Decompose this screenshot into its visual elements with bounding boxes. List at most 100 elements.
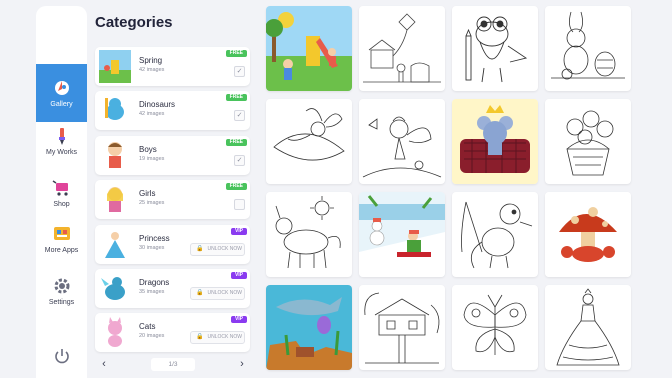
- category-count: 42 images: [139, 67, 165, 73]
- shark-underwater-image: [266, 285, 352, 370]
- tile-butterfly[interactable]: [452, 285, 538, 370]
- nav-shop-label: Shop: [53, 201, 70, 208]
- category-checkbox[interactable]: [234, 199, 245, 210]
- power-button[interactable]: [36, 346, 87, 366]
- unlock-button[interactable]: 🔒 UNLOCK NOW: [190, 331, 245, 344]
- category-dinosaurs[interactable]: Dinosaurs 42 images FREE ✓: [95, 91, 250, 130]
- category-count: 19 images: [139, 156, 165, 162]
- fairy-leaf-image: [273, 108, 345, 161]
- left-nav: Gallery My Works Shop More Apps Settings: [36, 6, 87, 378]
- dinosaurs-thumb: [99, 94, 131, 127]
- unlock-label: UNLOCK NOW: [207, 290, 242, 296]
- free-badge: FREE: [225, 94, 247, 101]
- dinosaur-pencil-image: [465, 16, 528, 83]
- nav-shop[interactable]: Shop: [36, 178, 87, 218]
- gallery-icon: [54, 81, 69, 95]
- unlock-button[interactable]: 🔒 UNLOCK NOW: [190, 243, 245, 256]
- lock-icon: 🔒: [196, 334, 204, 340]
- category-pager: ‹ 1/3 ›: [96, 356, 252, 373]
- category-name: Cats: [139, 322, 156, 331]
- tile-winter-sled[interactable]: [359, 192, 445, 277]
- tile-dinosaur-pencil[interactable]: [452, 6, 538, 91]
- easter-bunny-image: [551, 11, 625, 80]
- nav-my-works-label: My Works: [46, 149, 77, 156]
- category-checkbox[interactable]: ✓: [234, 110, 245, 121]
- category-name: Princess: [139, 234, 170, 243]
- winter-sled-image: [359, 192, 445, 277]
- tile-treehouse[interactable]: [359, 285, 445, 370]
- categories-title: Categories: [95, 14, 173, 31]
- free-badge: FREE: [225, 50, 247, 57]
- lock-icon: 🔒: [196, 246, 204, 252]
- category-princess[interactable]: Princess 30 images VIP 🔒 UNLOCK NOW: [95, 225, 250, 264]
- category-checkbox[interactable]: ✓: [234, 66, 245, 77]
- free-badge: FREE: [225, 139, 247, 146]
- cats-thumb: [99, 316, 131, 349]
- category-name: Dragons: [139, 278, 170, 287]
- apps-icon: [53, 227, 70, 240]
- princess-thumb: [99, 228, 131, 261]
- category-dragons[interactable]: Dragons 35 images VIP 🔒 UNLOCK NOW: [95, 269, 250, 308]
- nav-settings-label: Settings: [48, 299, 75, 306]
- category-name: Spring: [139, 56, 163, 65]
- lock-icon: 🔒: [196, 290, 204, 296]
- gear-icon: [54, 278, 69, 294]
- tile-dragon-fisherman[interactable]: [452, 192, 538, 277]
- categories-panel: Categories Spring 42 images FREE ✓ Dinos…: [87, 6, 257, 378]
- vip-badge: VIP: [230, 316, 247, 323]
- vip-badge: VIP: [230, 272, 247, 279]
- tile-princess-dress[interactable]: [545, 285, 631, 370]
- category-name: Boys: [139, 145, 157, 154]
- fairy-flying-image: [362, 116, 442, 178]
- mushroom-crab-image: [545, 192, 631, 277]
- mouse-king-image: [452, 99, 538, 184]
- vip-badge: VIP: [230, 228, 247, 235]
- free-badge: FREE: [225, 183, 247, 190]
- treehouse-image: [364, 292, 440, 364]
- kite-house-image: [363, 13, 441, 83]
- category-boys[interactable]: Boys 19 images FREE ✓: [95, 136, 250, 175]
- category-count: 30 images: [139, 245, 165, 251]
- category-name: Dinosaurs: [139, 100, 176, 109]
- power-icon: [54, 349, 69, 364]
- tile-fairy-leaf[interactable]: [266, 99, 352, 184]
- category-girls[interactable]: Girls 25 images FREE: [95, 180, 250, 219]
- unlock-label: UNLOCK NOW: [207, 334, 242, 340]
- spring-playground-image: [266, 6, 352, 91]
- tile-shark-underwater[interactable]: [266, 285, 352, 370]
- category-name: Girls: [139, 189, 156, 198]
- category-count: 42 images: [139, 111, 165, 117]
- girls-thumb: [99, 183, 131, 216]
- brush-icon: [58, 128, 65, 145]
- tile-kite-house[interactable]: [359, 6, 445, 91]
- flower-basket-image: [566, 110, 614, 176]
- nav-gallery[interactable]: Gallery: [36, 64, 87, 122]
- tile-flower-basket[interactable]: [545, 99, 631, 184]
- tile-mouse-king[interactable]: [452, 99, 538, 184]
- unlock-label: UNLOCK NOW: [207, 246, 242, 252]
- category-checkbox[interactable]: ✓: [234, 155, 245, 166]
- butterfly-image: [463, 294, 527, 355]
- next-page-button[interactable]: ›: [234, 356, 250, 373]
- tile-easter-bunny[interactable]: [545, 6, 631, 91]
- nav-more-apps-label: More Apps: [44, 247, 79, 254]
- nav-more-apps[interactable]: More Apps: [36, 224, 87, 264]
- tile-unicorn-sun[interactable]: [266, 192, 352, 277]
- nav-settings[interactable]: Settings: [36, 276, 87, 316]
- unlock-button[interactable]: 🔒 UNLOCK NOW: [190, 287, 245, 300]
- category-cats[interactable]: Cats 20 images VIP 🔒 UNLOCK NOW: [95, 313, 250, 352]
- prev-page-button[interactable]: ‹: [96, 356, 112, 373]
- tile-mushroom-crab[interactable]: [545, 192, 631, 277]
- nav-my-works[interactable]: My Works: [36, 126, 87, 166]
- tile-spring-playground[interactable]: [266, 6, 352, 91]
- spring-thumb: [99, 50, 131, 83]
- dragons-thumb: [99, 272, 131, 305]
- category-count: 25 images: [139, 200, 165, 206]
- dragon-fisherman-image: [461, 201, 533, 269]
- unicorn-sun-image: [275, 196, 341, 269]
- nav-gallery-label: Gallery: [50, 101, 73, 108]
- princess-dress-image: [556, 288, 620, 366]
- boys-thumb: [99, 139, 131, 172]
- category-spring[interactable]: Spring 42 images FREE ✓: [95, 47, 250, 86]
- tile-fairy-flying[interactable]: [359, 99, 445, 184]
